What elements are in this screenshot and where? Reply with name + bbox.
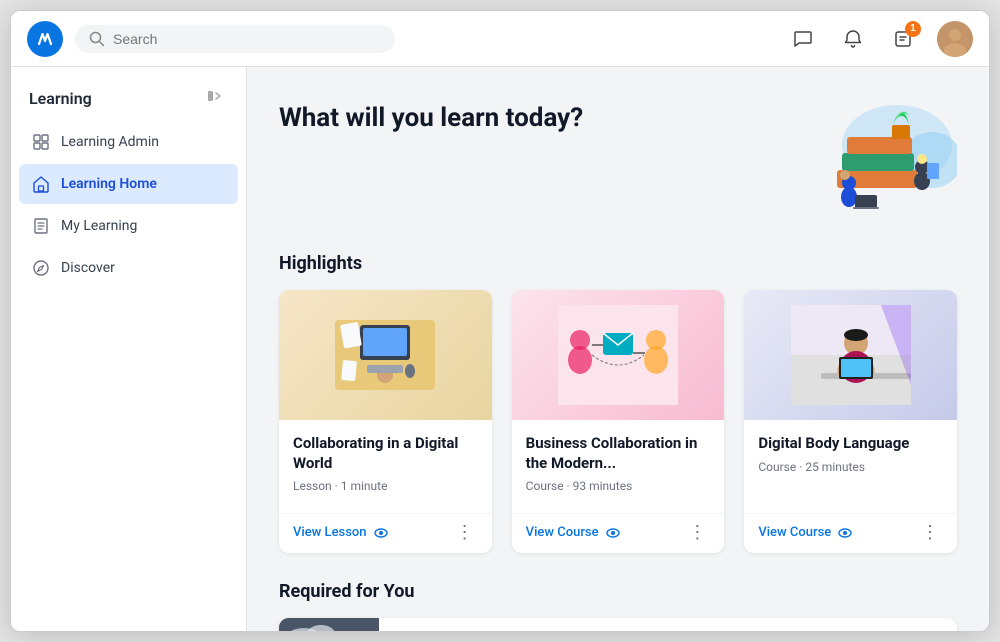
- sidebar-item-learning-home[interactable]: Learning Home: [19, 164, 238, 204]
- eye-icon: [373, 525, 389, 541]
- card-link-3[interactable]: View Course: [758, 525, 853, 541]
- highlights-title: Highlights: [279, 253, 957, 274]
- sidebar: Learning: [11, 67, 247, 631]
- card-image-business: [512, 290, 725, 420]
- card-link-1[interactable]: View Lesson: [293, 525, 389, 541]
- cart-badge: 1: [905, 21, 921, 37]
- card-footer-1: View Lesson ⋮: [279, 513, 492, 553]
- topbar-icons: 1: [787, 21, 973, 57]
- sidebar-collapse-button[interactable]: [202, 85, 228, 112]
- content-area: What will you learn today?: [247, 67, 989, 631]
- sidebar-item-label: Learning Home: [61, 176, 157, 192]
- required-title: Required for You: [279, 581, 957, 602]
- hero-section: What will you learn today?: [279, 95, 957, 225]
- cart-button[interactable]: 1: [887, 23, 919, 55]
- card-meta-2: Course · 93 minutes: [526, 479, 711, 493]
- notifications-button[interactable]: [837, 23, 869, 55]
- sidebar-item-discover[interactable]: Discover: [19, 248, 238, 288]
- card-body-1: Collaborating in a Digital World Lesson …: [279, 420, 492, 501]
- required-item: STOP NOT STARTED Workplace Harassment & …: [279, 618, 957, 631]
- book-icon: [31, 216, 51, 236]
- card-digital: Digital Body Language Course · 25 minute…: [744, 290, 957, 553]
- home-icon: [31, 174, 51, 194]
- sidebar-item-my-learning[interactable]: My Learning: [19, 206, 238, 246]
- cards-row: Collaborating in a Digital World Lesson …: [279, 290, 957, 553]
- sidebar-nav: Learning Admin Learning Home: [11, 122, 246, 288]
- card-more-button-3[interactable]: ⋮: [917, 522, 943, 543]
- card-image-collab: [279, 290, 492, 420]
- bell-icon: [843, 29, 863, 49]
- required-item-body: NOT STARTED Workplace Harassment & Discr…: [379, 629, 957, 631]
- card-title-2: Business Collaboration in the Modern...: [526, 434, 711, 473]
- card-more-button-2[interactable]: ⋮: [684, 522, 710, 543]
- sidebar-item-learning-admin[interactable]: Learning Admin: [19, 122, 238, 162]
- card-meta-3: Course · 25 minutes: [758, 460, 943, 474]
- compass-icon: [31, 258, 51, 278]
- main-layout: Learning: [11, 67, 989, 631]
- card-image-digital: [744, 290, 957, 420]
- search-icon: [89, 31, 105, 47]
- card-title-1: Collaborating in a Digital World: [293, 434, 478, 473]
- card-footer-3: View Course ⋮: [744, 513, 957, 553]
- sidebar-title: Learning: [29, 89, 92, 108]
- card-footer-2: View Course ⋮: [512, 513, 725, 553]
- sidebar-item-label: My Learning: [61, 218, 137, 234]
- eye-icon: [837, 525, 853, 541]
- grid-icon: [31, 132, 51, 152]
- card-body-2: Business Collaboration in the Modern... …: [512, 420, 725, 501]
- topbar: 1: [11, 11, 989, 67]
- hero-illustration: [737, 95, 957, 225]
- card-body-3: Digital Body Language Course · 25 minute…: [744, 420, 957, 501]
- card-business: Business Collaboration in the Modern... …: [512, 290, 725, 553]
- sidebar-item-label: Learning Admin: [61, 134, 159, 150]
- card-title-3: Digital Body Language: [758, 434, 943, 454]
- card-more-button-1[interactable]: ⋮: [452, 522, 478, 543]
- card-collaborating: Collaborating in a Digital World Lesson …: [279, 290, 492, 553]
- search-bar[interactable]: [75, 25, 395, 53]
- avatar[interactable]: [937, 21, 973, 57]
- workday-logo[interactable]: [27, 21, 63, 57]
- chat-icon: [793, 29, 813, 49]
- eye-icon: [605, 525, 621, 541]
- app-window: 1 Learning: [10, 10, 990, 632]
- required-item-image: STOP: [279, 618, 379, 631]
- sidebar-item-label: Discover: [61, 260, 115, 276]
- collapse-icon: [206, 87, 224, 105]
- sidebar-header: Learning: [11, 75, 246, 122]
- card-link-2[interactable]: View Course: [526, 525, 621, 541]
- search-input[interactable]: [113, 31, 381, 47]
- chat-button[interactable]: [787, 23, 819, 55]
- hero-title: What will you learn today?: [279, 103, 583, 133]
- card-meta-1: Lesson · 1 minute: [293, 479, 478, 493]
